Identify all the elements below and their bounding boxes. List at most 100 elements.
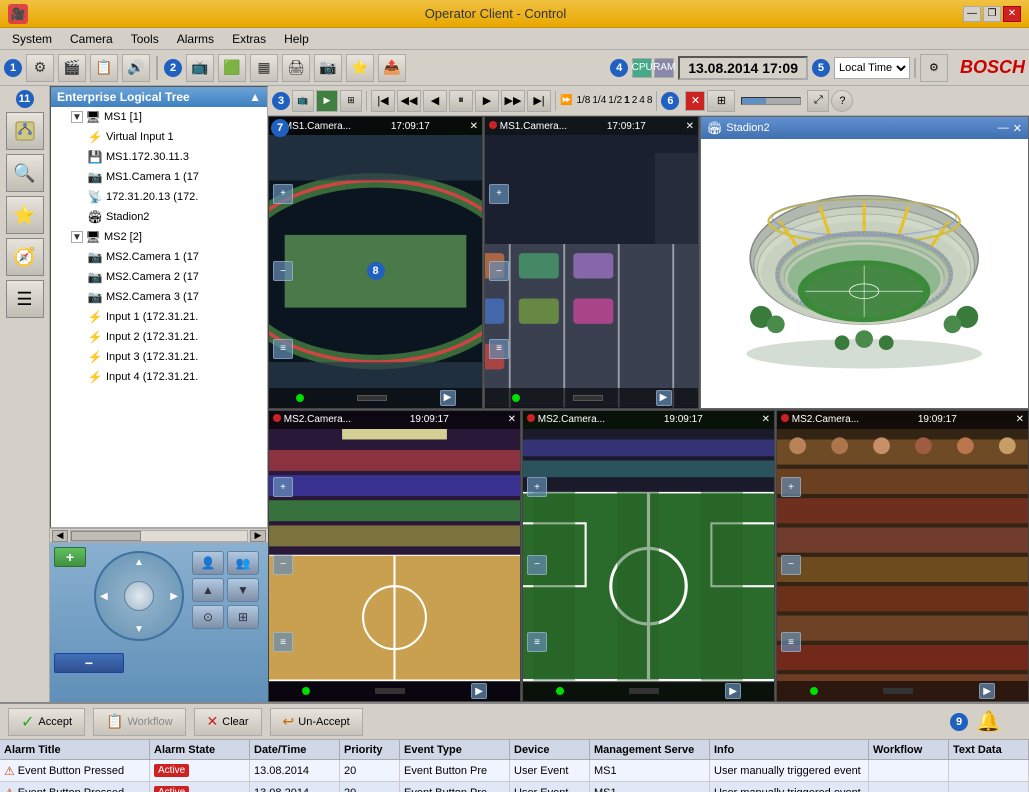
zoom-thumb[interactable] bbox=[742, 98, 765, 104]
expand-btn[interactable]: ⤢ bbox=[807, 90, 829, 112]
cam5-zoom-in[interactable]: + bbox=[781, 477, 801, 497]
cam5-progress[interactable] bbox=[883, 688, 913, 694]
cam5-close[interactable]: ✕ bbox=[1016, 414, 1024, 425]
hscroll-thumb[interactable] bbox=[71, 531, 141, 541]
menu-extras[interactable]: Extras bbox=[224, 30, 274, 48]
tree-scroll-up[interactable]: ▲ bbox=[249, 90, 261, 104]
scroll-left-btn[interactable]: ◀ bbox=[52, 530, 68, 542]
pb-play[interactable]: ▶ bbox=[475, 90, 499, 112]
tree-item-ms1[interactable]: ▼ 🖥 MS1 [1] bbox=[51, 107, 267, 127]
cam3-bottom-btn[interactable]: ▶ bbox=[471, 683, 487, 699]
tree-item-input4[interactable]: ⚡ Input 4 (172.31.21. bbox=[51, 367, 267, 387]
map-minimize[interactable]: — bbox=[998, 122, 1009, 135]
sidebar-list-btn[interactable]: ☰ bbox=[6, 280, 44, 318]
menu-alarms[interactable]: Alarms bbox=[169, 30, 222, 48]
cam1-menu[interactable]: ≡ bbox=[273, 339, 293, 359]
pb-step-back[interactable]: ◀ bbox=[423, 90, 447, 112]
alarm-row-2[interactable]: ⚠ Event Button Pressed Active 13.08.2014… bbox=[0, 782, 1029, 792]
toolbar-star-btn[interactable]: ⭐ bbox=[346, 54, 374, 82]
cam2-menu[interactable]: ≡ bbox=[489, 339, 509, 359]
close-button[interactable]: ✕ bbox=[1003, 6, 1021, 22]
sidebar-tree-btn[interactable] bbox=[6, 112, 44, 150]
toolbar-camera2-btn[interactable]: 📷 bbox=[314, 54, 342, 82]
ptz-btn-up[interactable]: ▲ bbox=[192, 578, 224, 602]
tree-item-ms2-cam3[interactable]: 📷 MS2.Camera 3 (17 bbox=[51, 287, 267, 307]
tree-item-ms2[interactable]: ▼ 🖥 MS2 [2] bbox=[51, 227, 267, 247]
ptz-btn-circle[interactable]: ⊙ bbox=[192, 605, 224, 629]
zoom-minus-btn[interactable]: − bbox=[54, 653, 124, 673]
tree-item-ms2-cam1[interactable]: 📷 MS2.Camera 1 (17 bbox=[51, 247, 267, 267]
tree-item-ms1-ip[interactable]: 💾 MS1.172.30.11.3 bbox=[51, 147, 267, 167]
tree-item-stadion2[interactable]: 🏟 Stadion2 bbox=[51, 207, 267, 227]
cam3-zoom-in[interactable]: + bbox=[273, 477, 293, 497]
sidebar-nav-btn[interactable]: 🧭 bbox=[6, 238, 44, 276]
sidebar-search-btn[interactable]: 🔍 bbox=[6, 154, 44, 192]
cam1-close[interactable]: ✕ bbox=[470, 121, 478, 132]
cam5-menu[interactable]: ≡ bbox=[781, 632, 801, 652]
toolbar-print-btn[interactable]: 🖨 bbox=[282, 54, 310, 82]
toolbar-volume-btn[interactable]: 🔊 bbox=[122, 54, 150, 82]
accept-button[interactable]: ✓ Accept bbox=[8, 708, 85, 736]
zoom-slider[interactable] bbox=[741, 97, 801, 105]
unaccept-button[interactable]: ↩ Un-Accept bbox=[270, 708, 363, 736]
cam4-progress[interactable] bbox=[629, 688, 659, 694]
tree-scroll[interactable]: ▼ 🖥 MS1 [1] ⚡ Virtual Input 1 💾 bbox=[51, 107, 267, 523]
pb-prev-frame[interactable]: ◀◀ bbox=[397, 90, 421, 112]
menu-tools[interactable]: Tools bbox=[123, 30, 167, 48]
ptz-center[interactable] bbox=[124, 581, 154, 611]
menu-camera[interactable]: Camera bbox=[62, 30, 121, 48]
pb-pause[interactable]: ⏸ bbox=[449, 90, 473, 112]
tree-hscrollbar[interactable]: ◀ ▶ bbox=[50, 528, 268, 542]
cam2-zoom-in[interactable]: + bbox=[489, 184, 509, 204]
tree-item-scsi[interactable]: 📡 172.31.20.13 (172. bbox=[51, 187, 267, 207]
pb-green-btn[interactable]: ▶ bbox=[316, 90, 338, 112]
cam5-bottom-btn[interactable]: ▶ bbox=[979, 683, 995, 699]
cam4-zoom-in[interactable]: + bbox=[527, 477, 547, 497]
tree-item-ms2-cam2[interactable]: 📷 MS2.Camera 2 (17 bbox=[51, 267, 267, 287]
restore-button[interactable]: ❐ bbox=[983, 6, 1001, 22]
add-ptz-btn[interactable]: + bbox=[54, 547, 86, 567]
pb-live-btn[interactable]: 📺 bbox=[292, 90, 314, 112]
cam4-menu[interactable]: ≡ bbox=[527, 632, 547, 652]
pb-skip-start[interactable]: |◀ bbox=[371, 90, 395, 112]
sidebar-star-btn[interactable]: ⭐ bbox=[6, 196, 44, 234]
tree-item-ms1-cam1[interactable]: 📷 MS1.Camera 1 (17 bbox=[51, 167, 267, 187]
workflow-button[interactable]: 📋 Workflow bbox=[93, 708, 185, 736]
tree-item-input2[interactable]: ⚡ Input 2 (172.31.21. bbox=[51, 327, 267, 347]
toolbar-export-btn[interactable]: 📤 bbox=[378, 54, 406, 82]
cam1-zoom-in[interactable]: + bbox=[273, 184, 293, 204]
cam3-progress[interactable] bbox=[375, 688, 405, 694]
help-btn[interactable]: ? bbox=[831, 90, 853, 112]
toolbar-view3-btn[interactable]: ▦ bbox=[250, 54, 278, 82]
cam1-bottom-btn[interactable]: ▶ bbox=[440, 390, 456, 406]
cam1-progress[interactable] bbox=[357, 395, 387, 401]
map-close[interactable]: ✕ bbox=[1013, 122, 1022, 135]
toolbar-camera-btn[interactable]: 🎬 bbox=[58, 54, 86, 82]
cam2-zoom-out[interactable]: − bbox=[489, 261, 509, 281]
timezone-select[interactable]: Local Time bbox=[834, 57, 910, 79]
toolbar-view1-btn[interactable]: 📺 bbox=[186, 54, 214, 82]
cam4-close[interactable]: ✕ bbox=[762, 414, 770, 425]
settings-btn[interactable]: ⚙ bbox=[920, 54, 948, 82]
cam4-zoom-out[interactable]: − bbox=[527, 555, 547, 575]
expand-ms2[interactable]: ▼ bbox=[71, 231, 83, 243]
expand-ms1[interactable]: ▼ bbox=[71, 111, 83, 123]
menu-system[interactable]: System bbox=[4, 30, 60, 48]
toolbar-view2-btn[interactable]: 🟩 bbox=[218, 54, 246, 82]
cam1-zoom-out[interactable]: − bbox=[273, 261, 293, 281]
clear-button[interactable]: ✕ Clear bbox=[194, 708, 262, 736]
cam5-zoom-out[interactable]: − bbox=[781, 555, 801, 575]
pb-layout-btn[interactable]: ⊞ bbox=[340, 90, 362, 112]
layout1-btn[interactable]: ⊞ bbox=[707, 90, 735, 112]
cam2-progress[interactable] bbox=[573, 395, 603, 401]
pb-skip-end[interactable]: ▶| bbox=[527, 90, 551, 112]
scroll-right-btn[interactable]: ▶ bbox=[250, 530, 266, 542]
tree-item-virtual1[interactable]: ⚡ Virtual Input 1 bbox=[51, 127, 267, 147]
stop-btn[interactable]: ✕ bbox=[685, 91, 705, 111]
tree-item-input1[interactable]: ⚡ Input 1 (172.31.21. bbox=[51, 307, 267, 327]
toolbar-system-btn[interactable]: ⚙ bbox=[26, 54, 54, 82]
cam3-zoom-out[interactable]: − bbox=[273, 555, 293, 575]
cam3-close[interactable]: ✕ bbox=[508, 414, 516, 425]
pb-fast-fwd[interactable]: ▶▶ bbox=[501, 90, 525, 112]
toolbar-list-btn[interactable]: 📋 bbox=[90, 54, 118, 82]
